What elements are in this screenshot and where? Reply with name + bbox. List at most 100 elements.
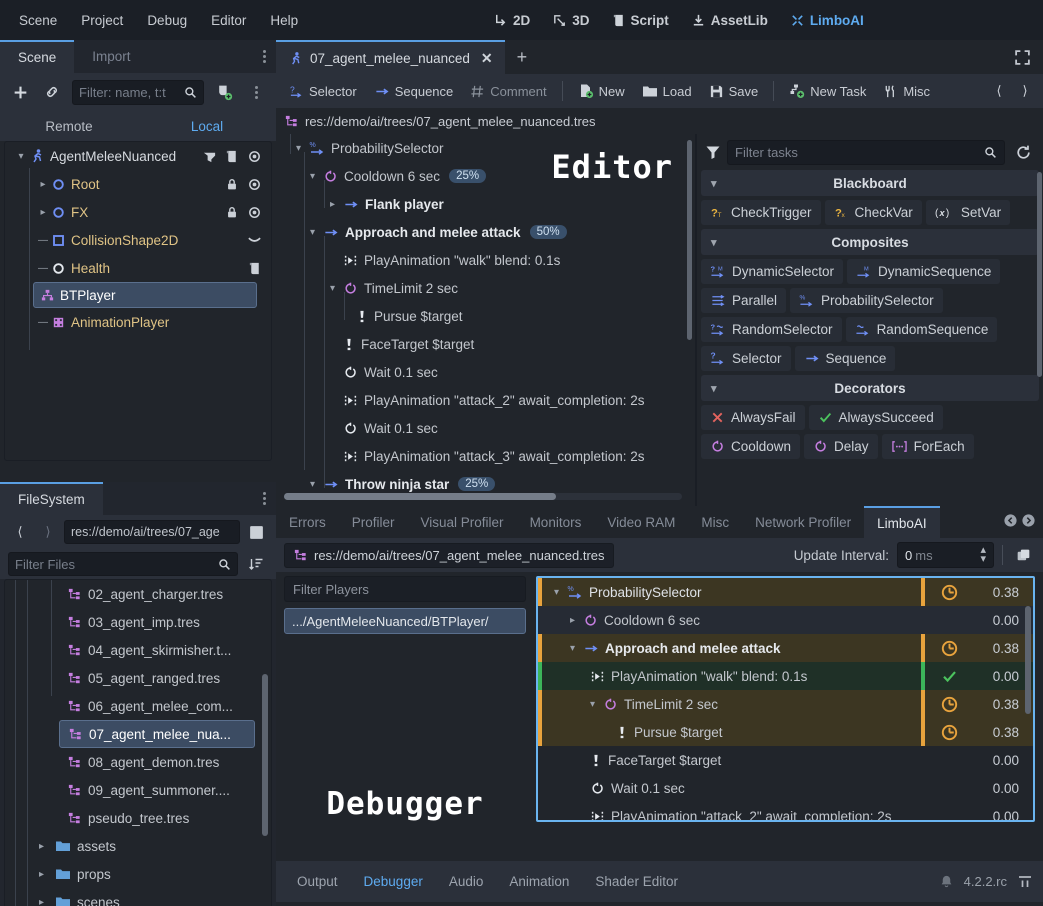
- chevron-down-icon[interactable]: ▾: [711, 177, 717, 190]
- bt-node[interactable]: PlayAnimation "walk" blend: 0.1s: [276, 246, 695, 274]
- scene-node-health[interactable]: — Health: [5, 254, 271, 282]
- filesystem-scrollbar[interactable]: [262, 674, 268, 836]
- chevron-down-icon[interactable]: ▾: [590, 699, 603, 710]
- player-item-btplayer[interactable]: .../AgentMeleeNuanced/BTPlayer/: [284, 608, 526, 634]
- chevron-down-icon[interactable]: [247, 235, 262, 245]
- bell-icon[interactable]: [939, 874, 954, 889]
- lock-icon[interactable]: [225, 177, 239, 192]
- bt-node[interactable]: PlayAnimation "attack_3" await_completio…: [276, 442, 695, 470]
- chevron-right-icon[interactable]: ▸: [35, 207, 51, 218]
- chevron-down-icon[interactable]: ▾: [310, 227, 323, 238]
- tab-07-agent-melee-nuanced[interactable]: 07_agent_melee_nuanced ✕: [276, 40, 505, 74]
- task-chip-foreach[interactable]: ForEach: [882, 434, 974, 459]
- chevron-right-icon[interactable]: ▸: [570, 615, 583, 626]
- scene-node-collisionshape2d[interactable]: — CollisionShape2D: [5, 226, 271, 254]
- list-item[interactable]: 04_agent_skirmisher.t...: [5, 636, 271, 664]
- mode-button-assetlib[interactable]: AssetLib: [682, 8, 777, 33]
- behavior-tree-hscrollbar[interactable]: [284, 493, 682, 500]
- prev-icon[interactable]: [1003, 513, 1018, 531]
- scene-node-agentmeleenuanced[interactable]: ▾ AgentMeleeNuanced: [5, 142, 271, 170]
- section-blackboard[interactable]: ▾ Blackboard: [701, 170, 1039, 196]
- filesystem-file-list[interactable]: 02_agent_charger.tres 03_agent_imp.tres …: [4, 579, 272, 906]
- bt-node[interactable]: Wait 0.1 sec: [276, 358, 695, 386]
- task-chip-selector[interactable]: ? Selector: [701, 346, 791, 371]
- next-icon[interactable]: ⟩: [1013, 79, 1037, 103]
- chevron-down-icon[interactable]: ▾: [711, 236, 717, 249]
- task-list[interactable]: ▾ Blackboard ?T CheckTrigger ?x CheckVar: [697, 170, 1043, 506]
- bottom-tab-shader-editor[interactable]: Shader Editor: [584, 870, 689, 893]
- scene-node-fx[interactable]: ▸ FX: [5, 198, 271, 226]
- bt-node[interactable]: ▾ TimeLimit 2 sec: [276, 274, 695, 302]
- section-decorators[interactable]: ▾ Decorators: [701, 375, 1039, 401]
- tab-filesystem[interactable]: FileSystem: [0, 482, 103, 515]
- load-button[interactable]: Load: [635, 80, 699, 103]
- tab-video-ram[interactable]: Video RAM: [594, 506, 688, 538]
- scene-node-animationplayer[interactable]: — AnimationPlayer: [5, 308, 271, 336]
- behavior-tree-view[interactable]: Editor ▾ % ProbabilitySelector ▾ Cooldow…: [276, 134, 697, 506]
- tab-errors[interactable]: Errors: [276, 506, 339, 538]
- tab-profiler[interactable]: Profiler: [339, 506, 408, 538]
- save-button[interactable]: Save: [702, 80, 766, 103]
- expand-bottom-panel-icon[interactable]: [1017, 874, 1033, 890]
- menu-scene[interactable]: Scene: [8, 8, 68, 33]
- list-item-selected[interactable]: 07_agent_melee_nua...: [59, 720, 255, 748]
- debugger-resource-path[interactable]: res://demo/ai/trees/07_agent_melee_nuanc…: [284, 543, 614, 568]
- task-filter-input[interactable]: Filter tasks: [727, 140, 1005, 165]
- task-chip-setvar[interactable]: (x) SetVar: [926, 200, 1010, 225]
- add-comment-button[interactable]: Comment: [463, 80, 553, 103]
- task-chip-checkvar[interactable]: ?x CheckVar: [825, 200, 922, 225]
- menu-debug[interactable]: Debug: [136, 8, 198, 33]
- bt-node[interactable]: PlayAnimation "attack_2" await_completio…: [276, 386, 695, 414]
- bottom-tab-debugger[interactable]: Debugger: [353, 870, 434, 893]
- list-item[interactable]: 06_agent_melee_com...: [5, 692, 271, 720]
- menu-help[interactable]: Help: [259, 8, 309, 33]
- chevron-down-icon[interactable]: ▾: [330, 283, 343, 294]
- prev-icon[interactable]: ⟨: [987, 79, 1011, 103]
- filesystem-filter-input[interactable]: Filter Files: [8, 552, 238, 576]
- dbg-node[interactable]: Pursue $target 0.38: [538, 718, 1033, 746]
- debugger-behavior-tree[interactable]: ▾ % ProbabilitySelector 0.38 ▸: [536, 576, 1035, 822]
- tab-limboai[interactable]: LimboAI: [864, 506, 940, 538]
- bt-node[interactable]: ▸ Flank player: [276, 190, 695, 218]
- mode-button-2d[interactable]: 2D: [484, 8, 539, 33]
- local-tree-button[interactable]: Local: [138, 111, 276, 141]
- dbg-node[interactable]: ▾ Approach and melee attack 0.38: [538, 634, 1033, 662]
- task-chip-probabilityselector[interactable]: % ProbabilitySelector: [790, 288, 943, 313]
- update-interval-spinbox[interactable]: 0 ms ▴▾: [897, 542, 994, 568]
- scene-node-btplayer[interactable]: BTPlayer: [33, 282, 257, 308]
- list-item[interactable]: pseudo_tree.tres: [5, 804, 271, 832]
- task-chip-randomselector[interactable]: ? RandomSelector: [701, 317, 842, 342]
- list-item[interactable]: 03_agent_imp.tres: [5, 608, 271, 636]
- dbg-node[interactable]: PlayAnimation "walk" blend: 0.1s 0.00: [538, 662, 1033, 690]
- scene-dock-menu-button[interactable]: [253, 40, 276, 73]
- add-sequence-button[interactable]: Sequence: [367, 80, 461, 103]
- bt-node[interactable]: Wait 0.1 sec: [276, 414, 695, 442]
- menu-project[interactable]: Project: [70, 8, 134, 33]
- bt-node[interactable]: Pursue $target: [276, 302, 695, 330]
- dbg-node[interactable]: ▸ Cooldown 6 sec 0.00: [538, 606, 1033, 634]
- visibility-icon[interactable]: [247, 177, 262, 192]
- visibility-icon[interactable]: [247, 149, 262, 164]
- bt-node[interactable]: ▾ Cooldown 6 sec 25%: [276, 162, 695, 190]
- tab-monitors[interactable]: Monitors: [517, 506, 595, 538]
- task-chip-dynamicsequence[interactable]: M DynamicSequence: [847, 259, 1000, 284]
- filesystem-path-input[interactable]: res://demo/ai/trees/07_age: [64, 520, 240, 544]
- scene-node-root[interactable]: ▸ Root: [5, 170, 271, 198]
- copy-icon[interactable]: [1011, 543, 1035, 567]
- chevron-down-icon[interactable]: ▾: [296, 143, 309, 154]
- chevron-down-icon[interactable]: ▾: [310, 479, 323, 490]
- tab-scene[interactable]: Scene: [0, 40, 74, 73]
- task-palette-scrollbar[interactable]: [1037, 172, 1042, 377]
- scene-filter-input[interactable]: Filter: name, t:t: [72, 80, 204, 105]
- task-chip-checktrigger[interactable]: ?T CheckTrigger: [701, 200, 821, 225]
- refresh-icon[interactable]: [1011, 140, 1035, 164]
- list-item[interactable]: 08_agent_demon.tres: [5, 748, 271, 776]
- chevron-down-icon[interactable]: ▾: [310, 171, 323, 182]
- chevron-right-icon[interactable]: ▸: [330, 199, 343, 210]
- chevron-right-icon[interactable]: ▸: [39, 869, 51, 880]
- misc-button[interactable]: Misc: [876, 80, 937, 103]
- mode-button-script[interactable]: Script: [603, 8, 678, 33]
- list-item[interactable]: ▸ props: [5, 860, 271, 888]
- forward-icon[interactable]: ⟩: [36, 520, 60, 544]
- list-item[interactable]: ▸ assets: [5, 832, 271, 860]
